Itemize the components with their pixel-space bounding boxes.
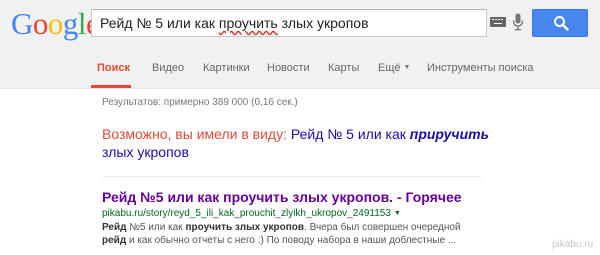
search-tabs: Поиск Видео Картинки Новости Карты Ещё ▼ … (0, 55, 600, 88)
google-header: Google Рейд № 5 или как проучить злых ук… (0, 0, 600, 89)
watermark: pikabu.ru (552, 239, 594, 250)
chevron-down-icon: ▼ (403, 64, 411, 71)
did-you-mean-corrected-word: приручить (409, 126, 489, 142)
tab-search[interactable]: Поиск (97, 62, 130, 74)
snippet-highlight: Рейд (102, 222, 127, 233)
search-box[interactable]: Рейд № 5 или как проучить злых укропов (91, 9, 487, 37)
snippet-text: . Вчера был совершен очередной (304, 222, 461, 233)
tab-images[interactable]: Картинки (203, 62, 250, 74)
search-button[interactable] (532, 9, 588, 37)
tab-search-tools[interactable]: Инструменты поиска (427, 62, 534, 74)
result-title-link[interactable]: Рейд №5 или как проучить злых укропов. -… (102, 189, 462, 205)
did-you-mean-prefix: Возможно, вы имели в виду: (102, 126, 291, 142)
logo-letter: g (62, 6, 79, 41)
search-icon (554, 16, 569, 31)
did-you-mean: Возможно, вы имели в виду: Рейд № 5 или … (102, 125, 502, 161)
did-you-mean-text: Рейд № 5 или как (290, 126, 410, 142)
divider (102, 176, 482, 177)
result-url-text: pikabu.ru/story/reyd_5_ili_kak_prouchit_… (102, 208, 391, 219)
results-count: Результатов: примерно 389 000 (0,16 сек.… (102, 97, 298, 108)
query-text: Рейд № 5 или как (100, 15, 219, 31)
tab-more-label: Ещё (378, 62, 401, 74)
tab-video[interactable]: Видео (152, 62, 184, 74)
logo-letter: G (11, 6, 33, 41)
query-text: злых укропов (277, 15, 369, 31)
keyboard-icon[interactable] (490, 17, 506, 27)
tab-more[interactable]: Ещё ▼ (378, 62, 410, 74)
snippet-text: и как обычно отчеты с него :) По поводу … (126, 235, 457, 246)
tab-news[interactable]: Новости (267, 62, 310, 74)
query-misspelled-word: проучить (218, 15, 278, 31)
snippet-highlight: проучить злых укропов (185, 222, 305, 233)
result-url: pikabu.ru/story/reyd_5_ili_kak_prouchit_… (102, 208, 401, 219)
logo-letter: l (77, 6, 87, 41)
logo-letter: o (32, 6, 49, 41)
search-input[interactable]: Рейд № 5 или как проучить злых укропов (100, 10, 480, 36)
microphone-icon[interactable] (512, 13, 524, 31)
snippet-text: №5 или как (126, 222, 186, 233)
google-logo[interactable]: Google (11, 6, 100, 41)
snippet-highlight: рейд (102, 235, 127, 246)
active-tab-indicator (91, 85, 131, 88)
result-snippet: Рейд №5 или как проучить злых укропов. В… (102, 221, 472, 247)
tab-maps[interactable]: Карты (328, 62, 359, 74)
did-you-mean-text: злых укропов (102, 144, 189, 160)
logo-letter: o (47, 6, 64, 41)
caret-down-icon[interactable]: ▼ (394, 210, 401, 217)
